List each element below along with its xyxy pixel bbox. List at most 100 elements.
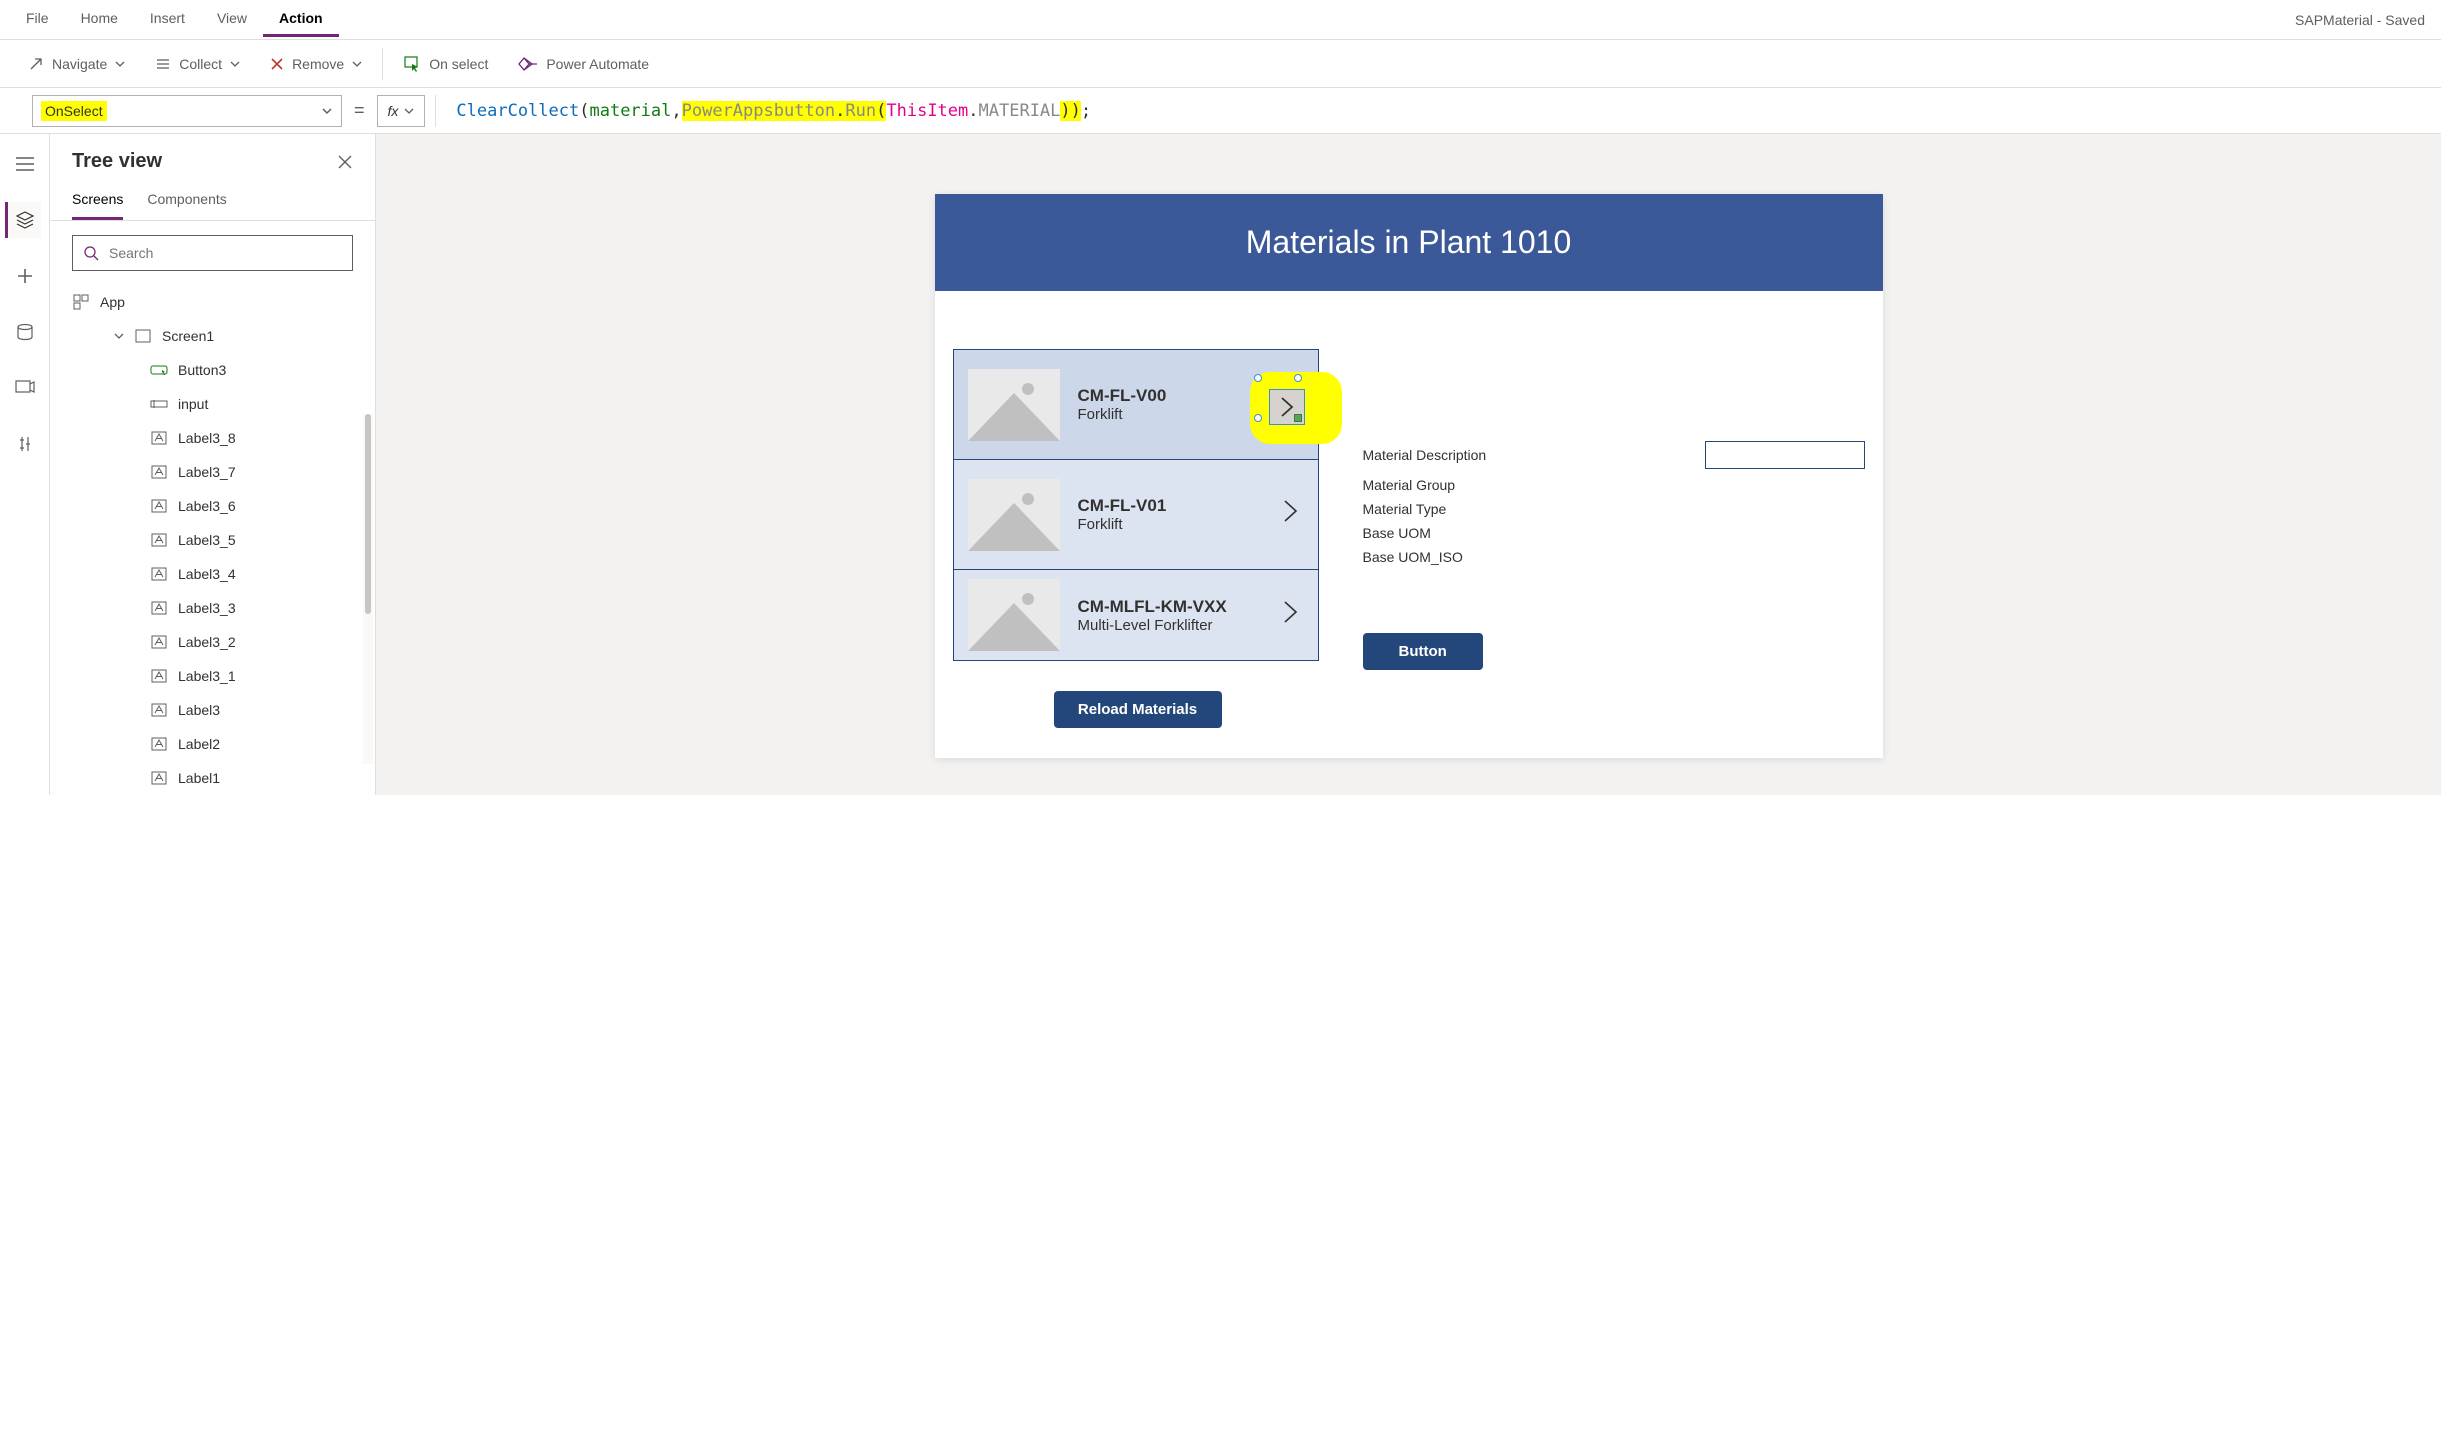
chevron-down-icon[interactable] <box>114 331 124 341</box>
selected-chevron-control[interactable] <box>1258 378 1316 436</box>
remove-dropdown[interactable]: Remove <box>260 50 372 78</box>
label-icon <box>150 429 168 447</box>
detail-button[interactable]: Button <box>1363 633 1483 670</box>
fx-label: fx <box>388 103 399 119</box>
chevron-down-icon <box>352 59 362 69</box>
close-icon[interactable] <box>337 154 353 170</box>
field-label: Material Type <box>1363 501 1543 517</box>
tree-node-label3_7[interactable]: Label3_7 <box>50 455 375 489</box>
gallery-item-title: CM-FL-V01 <box>1078 496 1260 516</box>
app-icon <box>72 293 90 311</box>
rail-media[interactable] <box>7 370 43 406</box>
chevron-right-icon[interactable] <box>1278 598 1304 633</box>
rail-insert[interactable] <box>7 258 43 294</box>
menu-home[interactable]: Home <box>65 2 134 37</box>
label-icon <box>150 497 168 515</box>
collect-label: Collect <box>179 56 222 72</box>
button-icon <box>150 361 168 379</box>
chevron-down-icon <box>115 59 125 69</box>
rail-tree[interactable] <box>5 202 41 238</box>
power-automate-label: Power Automate <box>546 56 649 72</box>
onselect-label: On select <box>429 56 488 72</box>
search-icon <box>83 245 99 261</box>
tree-node-label3_1[interactable]: Label3_1 <box>50 659 375 693</box>
tree-node-label2[interactable]: Label2 <box>50 727 375 761</box>
gallery-item-subtitle: Multi-Level Forklifter <box>1078 617 1260 634</box>
tree-view-panel: Tree view Screens Components App <box>50 134 376 795</box>
gallery-item[interactable]: CM-FL-V01 Forklift <box>954 460 1318 570</box>
chevron-down-icon <box>230 59 240 69</box>
hamburger-icon <box>16 157 34 171</box>
database-icon <box>16 323 34 341</box>
tab-screens[interactable]: Screens <box>72 185 123 220</box>
image-placeholder-icon <box>968 579 1060 651</box>
label-icon <box>150 667 168 685</box>
gallery-item-subtitle: Forklift <box>1078 516 1260 533</box>
menu-view[interactable]: View <box>201 2 263 37</box>
menu-file[interactable]: File <box>10 2 65 37</box>
tab-components[interactable]: Components <box>147 185 226 220</box>
material-description-input[interactable] <box>1705 441 1865 469</box>
image-placeholder-icon <box>968 479 1060 551</box>
rail-data[interactable] <box>7 314 43 350</box>
flow-icon <box>518 56 538 72</box>
x-icon <box>270 57 284 71</box>
tree-node-label3_3[interactable]: Label3_3 <box>50 591 375 625</box>
formula-input[interactable]: ClearCollect(material,PowerAppsbutton.Ru… <box>446 101 1101 121</box>
formula-bar: OnSelect = fx ClearCollect(material,Powe… <box>0 88 2441 134</box>
tree-node-label1[interactable]: Label1 <box>50 761 375 795</box>
gallery-item[interactable]: CM-FL-V00 Forklift <box>954 350 1318 460</box>
tree-node-label3_5[interactable]: Label3_5 <box>50 523 375 557</box>
media-icon <box>15 380 35 396</box>
gallery-item-title: CM-MLFL-KM-VXX <box>1078 597 1260 617</box>
menu-action[interactable]: Action <box>263 2 339 37</box>
label-icon <box>150 633 168 651</box>
tree-node-label3_8[interactable]: Label3_8 <box>50 421 375 455</box>
plus-icon <box>16 267 34 285</box>
tree-node-label3_4[interactable]: Label3_4 <box>50 557 375 591</box>
tree-node-label3_6[interactable]: Label3_6 <box>50 489 375 523</box>
tree-node-label3_2[interactable]: Label3_2 <box>50 625 375 659</box>
materials-gallery[interactable]: CM-FL-V00 Forklift <box>953 349 1319 661</box>
property-name: OnSelect <box>41 101 107 121</box>
remove-label: Remove <box>292 56 344 72</box>
collect-dropdown[interactable]: Collect <box>145 50 250 78</box>
tree-node-label3[interactable]: Label3 <box>50 693 375 727</box>
field-label: Base UOM <box>1363 525 1543 541</box>
layers-icon <box>15 210 35 230</box>
tree-node-screen1[interactable]: Screen1 <box>50 319 375 353</box>
label-icon <box>150 735 168 753</box>
property-selector[interactable]: OnSelect <box>32 95 342 127</box>
detail-form: Material Description Material Group Mate… <box>1363 349 1865 670</box>
field-label: Base UOM_ISO <box>1363 549 1543 565</box>
canvas[interactable]: Materials in Plant 1010 CM-FL-V00 Forkli… <box>376 134 2441 795</box>
navigate-label: Navigate <box>52 56 107 72</box>
scrollbar[interactable] <box>363 414 373 764</box>
field-label: Material Group <box>1363 477 1543 493</box>
chevron-down-icon <box>404 106 414 116</box>
tree-node-app[interactable]: App <box>50 285 375 319</box>
menubar: File Home Insert View Action SAPMaterial… <box>0 0 2441 40</box>
onselect-action[interactable]: On select <box>393 49 498 79</box>
fx-dropdown[interactable]: fx <box>377 95 426 127</box>
tools-icon <box>16 435 34 453</box>
navigate-dropdown[interactable]: Navigate <box>18 50 135 78</box>
left-rail <box>0 134 50 795</box>
chevron-down-icon <box>321 105 333 117</box>
label-icon <box>150 769 168 787</box>
search-input[interactable] <box>72 235 353 271</box>
tree-node-input[interactable]: input <box>50 387 375 421</box>
label-icon <box>150 599 168 617</box>
gallery-item[interactable]: CM-MLFL-KM-VXX Multi-Level Forklifter <box>954 570 1318 660</box>
screen-icon <box>134 327 152 345</box>
field-label: Material Description <box>1363 447 1543 463</box>
rail-tools[interactable] <box>7 426 43 462</box>
chevron-right-icon[interactable] <box>1278 497 1304 532</box>
rail-hamburger[interactable] <box>7 146 43 182</box>
menu-insert[interactable]: Insert <box>134 2 201 37</box>
search-field[interactable] <box>109 245 342 261</box>
reload-button[interactable]: Reload Materials <box>1054 691 1222 728</box>
cursor-click-icon <box>403 55 421 73</box>
tree-node-button3[interactable]: Button3 <box>50 353 375 387</box>
power-automate-action[interactable]: Power Automate <box>508 50 659 78</box>
